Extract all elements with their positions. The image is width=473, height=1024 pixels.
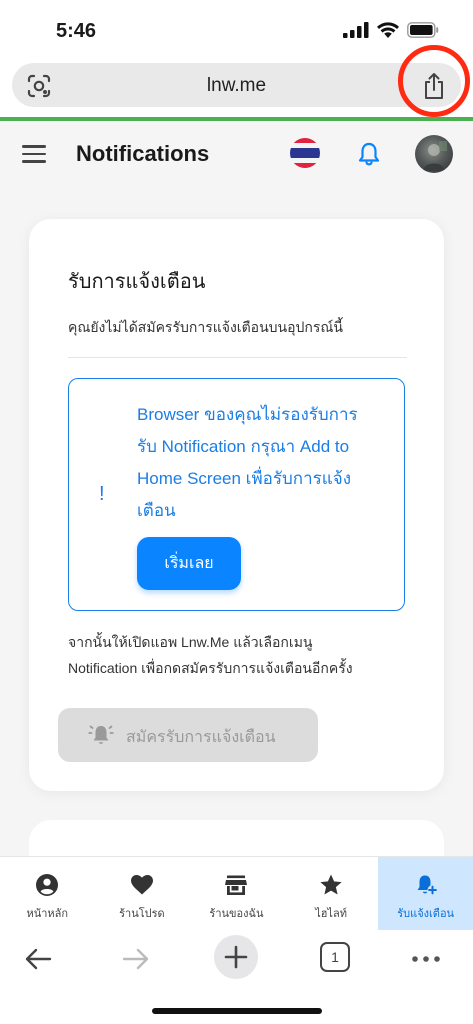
nav-item-notifications[interactable]: รับแจ้งเตือน bbox=[378, 857, 473, 931]
nav-label: ร้านของฉัน bbox=[209, 908, 264, 920]
nav-item-favorite-shops[interactable]: ร้านโปรด bbox=[95, 857, 190, 931]
star-icon bbox=[320, 874, 342, 895]
url-text[interactable]: lnw.me bbox=[12, 75, 461, 97]
status-time: 5:46 bbox=[56, 20, 97, 42]
forward-arrow-icon[interactable] bbox=[120, 942, 152, 976]
start-button[interactable]: เริ่มเลย bbox=[137, 537, 241, 590]
share-highlight-ring bbox=[398, 45, 470, 117]
battery-icon bbox=[407, 22, 439, 38]
nav-item-home[interactable]: หน้าหลัก bbox=[0, 857, 95, 931]
instruction-line: จากนั้นให้เปิดแอพ Lnw.Me แล้วเลือกเมนู bbox=[68, 634, 313, 650]
nav-label: หน้าหลัก bbox=[26, 908, 69, 920]
subscribe-button[interactable]: สมัครรับการแจ้งเตือน bbox=[58, 708, 318, 762]
status-icons bbox=[343, 22, 439, 38]
app-header: Notifications bbox=[0, 121, 473, 187]
nav-label: รับแจ้งเตือน bbox=[397, 908, 455, 920]
status-bar: 5:46 bbox=[0, 0, 473, 58]
address-bar[interactable]: lnw.me bbox=[12, 63, 461, 107]
heart-icon bbox=[130, 875, 153, 895]
alert-line: Home Screen เพื่อรับการแจ้ง bbox=[137, 469, 351, 488]
nav-label: ร้านโปรด bbox=[119, 908, 165, 920]
browser-unsupported-alert: ! Browser ของคุณไม่รองรับการ รับ Notific… bbox=[68, 378, 405, 611]
bell-plus-icon bbox=[417, 875, 438, 895]
bottom-nav: หน้าหลัก ร้านโปรด ร้านของฉัน ไฮไลท์ รับแ… bbox=[0, 856, 473, 931]
back-arrow-icon[interactable] bbox=[22, 942, 54, 976]
cellular-signal-icon bbox=[343, 22, 369, 38]
alert-line: Browser ของคุณไม่รองรับการ bbox=[137, 405, 358, 424]
tabs-button[interactable]: 1 bbox=[320, 942, 350, 972]
page-title: Notifications bbox=[76, 141, 210, 166]
plus-icon bbox=[224, 945, 248, 969]
home-indicator bbox=[152, 1008, 322, 1014]
alert-message: Browser ของคุณไม่รองรับการ รับ Notificat… bbox=[137, 399, 385, 527]
store-icon bbox=[225, 875, 248, 895]
instruction-line: Notification เพื่อกดสมัครรับการแจ้งเตือน… bbox=[68, 660, 353, 676]
more-icon[interactable] bbox=[410, 942, 442, 976]
card-subtitle: คุณยังไม่ได้สมัครรับการแจ้งเตือนบนอุปกรณ… bbox=[68, 319, 343, 335]
menu-icon[interactable] bbox=[22, 145, 46, 163]
alert-exclamation-icon: ! bbox=[99, 483, 105, 505]
nav-label: ไฮไลท์ bbox=[315, 908, 347, 920]
new-tab-button[interactable] bbox=[214, 935, 258, 979]
card-title: รับการแจ้งเตือน bbox=[68, 271, 206, 293]
thai-flag-icon[interactable] bbox=[290, 138, 320, 168]
alert-line: เตือน bbox=[137, 501, 176, 520]
nav-item-highlight[interactable]: ไฮไลท์ bbox=[284, 857, 379, 931]
nav-item-my-shop[interactable]: ร้านของฉัน bbox=[189, 857, 284, 931]
tab-count: 1 bbox=[331, 949, 339, 965]
divider bbox=[68, 357, 407, 358]
bell-icon[interactable] bbox=[355, 140, 383, 168]
ringing-bell-icon bbox=[88, 725, 114, 744]
account-circle-icon bbox=[36, 874, 59, 896]
subscribe-label: สมัครรับการแจ้งเตือน bbox=[126, 729, 276, 746]
wifi-icon bbox=[377, 22, 399, 38]
avatar[interactable] bbox=[415, 135, 453, 173]
notification-card: รับการแจ้งเตือน คุณยังไม่ได้สมัครรับการแ… bbox=[29, 219, 444, 791]
instruction-text: จากนั้นให้เปิดแอพ Lnw.Me แล้วเลือกเมนู N… bbox=[68, 629, 408, 681]
alert-line: รับ Notification กรุณา Add to bbox=[137, 437, 350, 456]
